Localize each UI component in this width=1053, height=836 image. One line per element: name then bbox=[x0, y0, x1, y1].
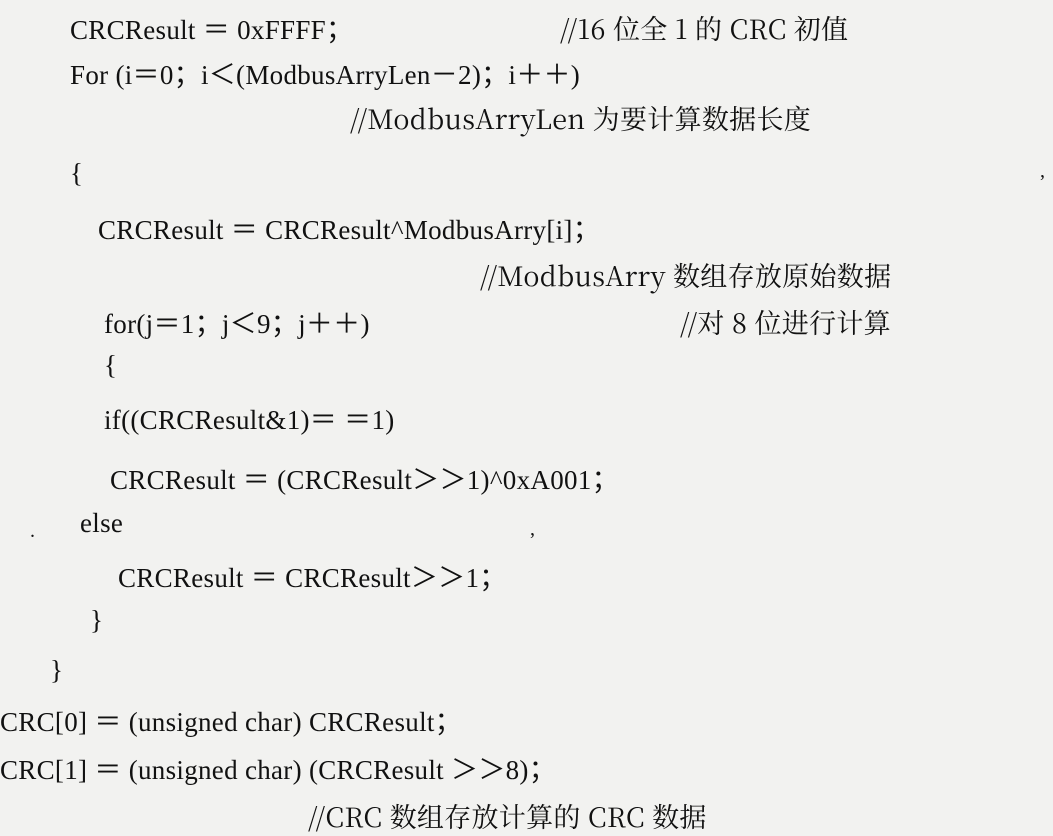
code-line: { bbox=[104, 350, 117, 381]
code-comment: //对 8 位进行计算 bbox=[680, 302, 891, 341]
code-line: } bbox=[50, 655, 63, 686]
print-artifact: . bbox=[30, 520, 35, 543]
code-line: for(j＝1；j＜9；j＋＋) bbox=[104, 302, 370, 341]
code-line: else bbox=[80, 508, 123, 539]
code-comment: //ModbusArry 数组存放原始数据 bbox=[480, 255, 891, 294]
print-artifact: , bbox=[530, 518, 535, 541]
code-comment: //ModbusArryLen 为要计算数据长度 bbox=[350, 98, 811, 137]
code-comment: //CRC 数组存放计算的 CRC 数据 bbox=[308, 796, 707, 835]
code-line: { bbox=[70, 158, 83, 189]
code-line: CRC[0] ＝ (unsigned char) CRCResult； bbox=[0, 700, 462, 739]
code-line: CRCResult ＝ CRCResult＞＞1； bbox=[118, 556, 507, 595]
code-comment: //16 位全 1 的 CRC 初值 bbox=[560, 8, 848, 47]
code-line: CRCResult ＝ (CRCResult＞＞1)^0xA001； bbox=[110, 458, 619, 497]
code-line: CRC[1] ＝ (unsigned char) (CRCResult ＞＞8)… bbox=[0, 748, 556, 787]
scanned-code-page: CRCResult ＝ 0xFFFF； //16 位全 1 的 CRC 初值 F… bbox=[0, 0, 1053, 836]
print-artifact: , bbox=[1040, 160, 1045, 183]
code-line: For (i＝0；i＜(ModbusArryLen－2)；i＋＋) bbox=[70, 53, 580, 92]
code-line: } bbox=[90, 605, 103, 636]
code-line: if((CRCResult&1)＝ ＝1) bbox=[104, 398, 395, 437]
code-line: CRCResult ＝ 0xFFFF； bbox=[70, 8, 353, 47]
code-line: CRCResult ＝ CRCResult^ModbusArry[i]； bbox=[98, 208, 600, 247]
